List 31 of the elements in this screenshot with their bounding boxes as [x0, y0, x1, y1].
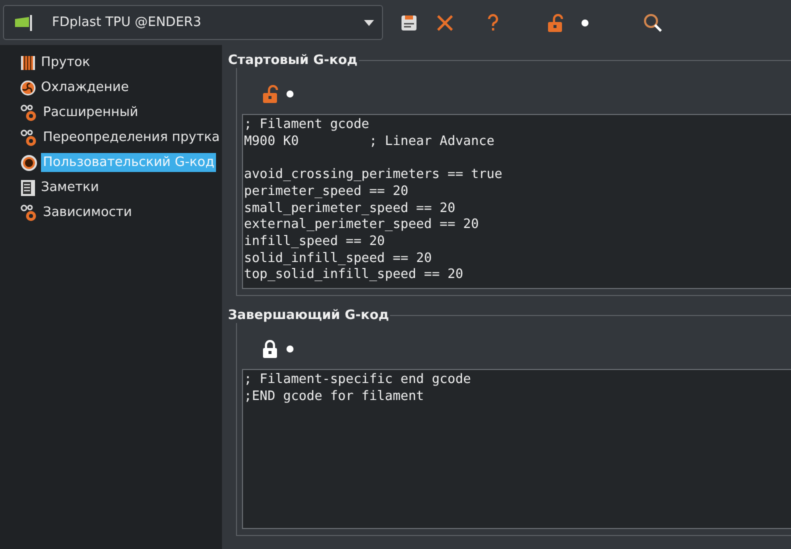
sidebar-item[interactable]: Переопределения прутка	[41, 128, 222, 147]
code-text: ; Filament gcode M900 K0 ; Linear Advance avoid_crossing_perimeters == true perimeter_speed == 20 small_perimeter_speed == 20 external_perimeter_speed == 20 infill_speed == 20 solid_infill_speed == 20 top_solid_infill_speed == 20	[244, 117, 502, 284]
code-text: ; Filament-specific end gcode ;END gcode for filament	[244, 372, 471, 406]
dot-icon	[581, 18, 589, 26]
sidebar-item[interactable]: Зависимости	[41, 203, 134, 222]
gears-icon	[20, 204, 38, 222]
sidebar-item[interactable]: Пруток	[39, 53, 92, 72]
question-mark-icon	[487, 14, 499, 32]
code-editor[interactable]: ; Filament-specific end gcode ;END gcode for filament	[242, 369, 791, 529]
lock-icon[interactable]	[262, 340, 278, 358]
preset-dropdown[interactable]: FDplast TPU @ENDER3	[3, 5, 383, 40]
sidebar-item[interactable]: Охлаждение	[39, 78, 131, 97]
spool-icon	[20, 54, 36, 70]
close-icon	[437, 14, 453, 30]
flag-icon	[14, 14, 34, 30]
preset-name: FDplast TPU @ENDER3	[52, 15, 202, 30]
dot-icon	[286, 345, 294, 353]
cog-icon	[20, 154, 38, 172]
gears-icon	[20, 104, 38, 122]
search-icon	[643, 12, 663, 32]
sidebar-item[interactable]: Заметки	[39, 178, 101, 197]
notes-icon	[20, 178, 36, 196]
caret-icon	[364, 20, 374, 26]
code-editor[interactable]	[242, 114, 791, 289]
section-title: Завершающий G-код	[227, 308, 390, 323]
sidebar-item[interactable]: Расширенный	[41, 103, 140, 122]
gears-icon	[20, 128, 38, 146]
floppy-icon	[401, 14, 417, 30]
section-title: Стартовый G-код	[227, 53, 359, 68]
dot-icon	[286, 90, 294, 98]
fan-icon	[20, 80, 36, 96]
